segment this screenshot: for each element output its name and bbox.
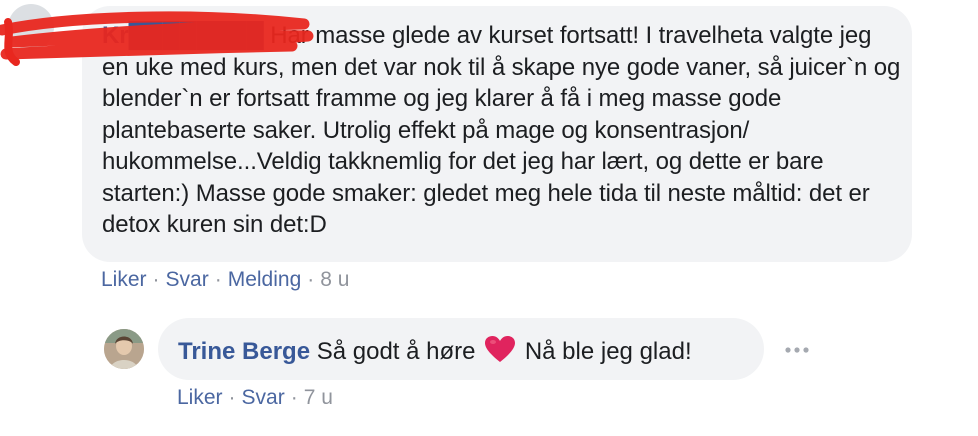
- like-link[interactable]: Liker: [101, 268, 147, 291]
- reply-bubble: Trine Berge Så godt å høre Nå ble jeg gl…: [158, 318, 764, 380]
- timestamp[interactable]: 8 u: [320, 268, 349, 291]
- reply-author[interactable]: Trine Berge: [178, 338, 310, 365]
- reply-link[interactable]: Svar: [166, 268, 209, 291]
- like-link[interactable]: Liker: [177, 386, 223, 409]
- separator: ·: [152, 268, 160, 291]
- reply-text: Trine Berge Så godt å høre Nå ble jeg gl…: [178, 335, 692, 367]
- avatar-photo: [104, 329, 144, 369]
- heart-icon: [485, 336, 516, 362]
- ellipsis-icon[interactable]: [784, 343, 810, 357]
- separator: ·: [307, 268, 315, 291]
- redaction-scribble: [0, 11, 314, 66]
- comment-actions: Liker · Svar · Melding · 8 u: [101, 267, 349, 293]
- separator: ·: [214, 268, 222, 291]
- reply-body-start: Så godt å høre: [316, 338, 476, 365]
- reply-actions: Liker · Svar · 7 u: [177, 385, 333, 411]
- message-link[interactable]: Melding: [228, 268, 302, 291]
- separator: ·: [290, 386, 298, 409]
- reply-body-end: Nå ble jeg glad!: [524, 338, 692, 365]
- separator: ·: [228, 386, 236, 409]
- comment-thread: Kr████████ Har masse glede av kurset for…: [0, 0, 978, 436]
- timestamp[interactable]: 7 u: [304, 386, 333, 409]
- reply-link[interactable]: Svar: [242, 386, 285, 409]
- reply-avatar[interactable]: [104, 329, 144, 369]
